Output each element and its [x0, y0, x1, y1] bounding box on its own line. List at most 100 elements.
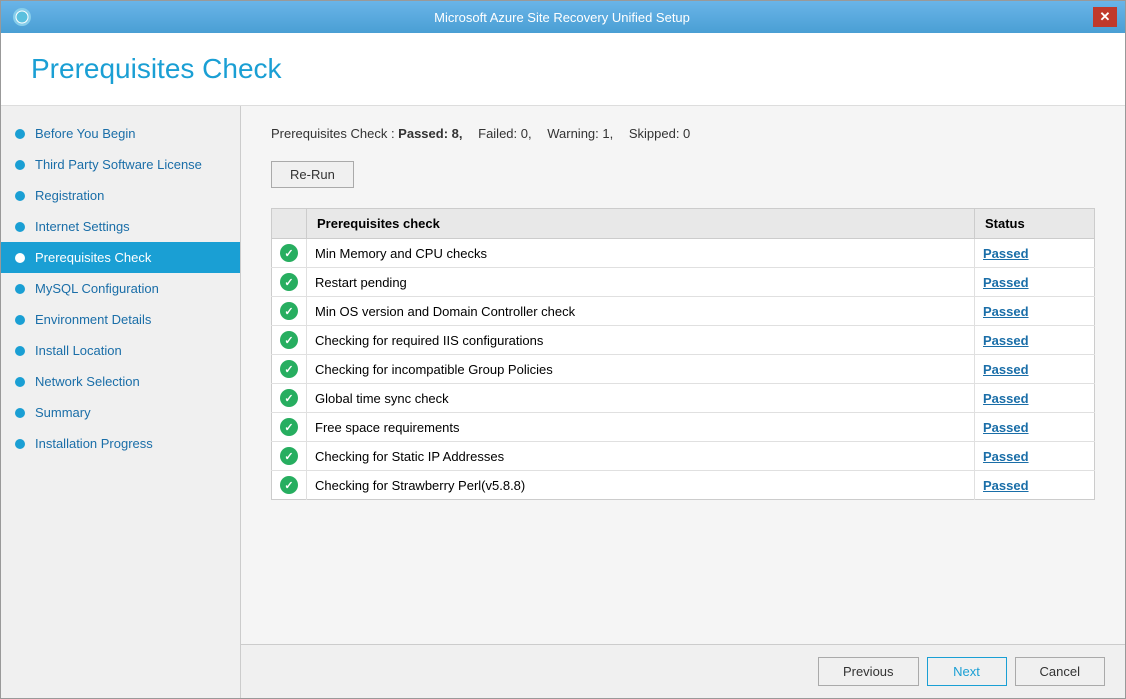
status-passed-link-1[interactable]: Passed: [983, 275, 1029, 290]
title-bar: Microsoft Azure Site Recovery Unified Se…: [1, 1, 1125, 33]
next-button[interactable]: Next: [927, 657, 1007, 686]
status-passed-link-2[interactable]: Passed: [983, 304, 1029, 319]
right-content: Prerequisites Check : Passed: 8, Failed:…: [241, 106, 1125, 644]
sidebar-dot-registration: [15, 191, 25, 201]
footer-bar: Previous Next Cancel: [241, 644, 1125, 698]
col-check-header: Prerequisites check: [307, 209, 975, 239]
row-icon-2: ✓: [272, 297, 307, 326]
window-title: Microsoft Azure Site Recovery Unified Se…: [31, 10, 1093, 25]
row-check-6: Free space requirements: [307, 413, 975, 442]
check-table: Prerequisites check Status ✓ Min Memory a…: [271, 208, 1095, 500]
summary-prefix: Prerequisites Check :: [271, 126, 398, 141]
sidebar-label-internet-settings: Internet Settings: [35, 219, 130, 234]
status-passed-link-5[interactable]: Passed: [983, 391, 1029, 406]
table-row: ✓ Min Memory and CPU checks Passed: [272, 239, 1095, 268]
row-status-4[interactable]: Passed: [975, 355, 1095, 384]
sidebar-dot-mysql-configuration: [15, 284, 25, 294]
main-body: Before You Begin Third Party Software Lic…: [1, 106, 1125, 698]
sidebar-item-mysql-configuration[interactable]: MySQL Configuration: [1, 273, 240, 304]
check-passed-icon: ✓: [280, 302, 298, 320]
table-header: Prerequisites check Status: [272, 209, 1095, 239]
right-panel: Prerequisites Check : Passed: 8, Failed:…: [241, 106, 1125, 698]
sidebar-dot-internet-settings: [15, 222, 25, 232]
sidebar-item-network-selection[interactable]: Network Selection: [1, 366, 240, 397]
status-passed-link-3[interactable]: Passed: [983, 333, 1029, 348]
row-icon-6: ✓: [272, 413, 307, 442]
row-check-3: Checking for required IIS configurations: [307, 326, 975, 355]
sidebar-item-summary[interactable]: Summary: [1, 397, 240, 428]
close-button[interactable]: ✕: [1093, 7, 1117, 27]
row-status-5[interactable]: Passed: [975, 384, 1095, 413]
row-check-8: Checking for Strawberry Perl(v5.8.8): [307, 471, 975, 500]
sidebar-dot-before-you-begin: [15, 129, 25, 139]
sidebar-item-environment-details[interactable]: Environment Details: [1, 304, 240, 335]
sidebar-label-third-party-software-license: Third Party Software License: [35, 157, 202, 172]
row-check-0: Min Memory and CPU checks: [307, 239, 975, 268]
page-title: Prerequisites Check: [31, 53, 1095, 85]
row-icon-4: ✓: [272, 355, 307, 384]
sidebar-dot-third-party-software-license: [15, 160, 25, 170]
col-status-header: Status: [975, 209, 1095, 239]
previous-button[interactable]: Previous: [818, 657, 919, 686]
row-status-2[interactable]: Passed: [975, 297, 1095, 326]
col-icon: [272, 209, 307, 239]
row-check-5: Global time sync check: [307, 384, 975, 413]
table-row: ✓ Checking for incompatible Group Policie…: [272, 355, 1095, 384]
sidebar-item-installation-progress[interactable]: Installation Progress: [1, 428, 240, 459]
sidebar-dot-prerequisites-check: [15, 253, 25, 263]
row-status-0[interactable]: Passed: [975, 239, 1095, 268]
table-row: ✓ Free space requirements Passed: [272, 413, 1095, 442]
check-passed-icon: ✓: [280, 418, 298, 436]
check-passed-icon: ✓: [280, 360, 298, 378]
row-status-3[interactable]: Passed: [975, 326, 1095, 355]
sidebar-item-before-you-begin[interactable]: Before You Begin: [1, 118, 240, 149]
table-row: ✓Checking for required IIS configuration…: [272, 326, 1095, 355]
sidebar-item-prerequisites-check[interactable]: Prerequisites Check: [1, 242, 240, 273]
rerun-button[interactable]: Re-Run: [271, 161, 354, 188]
sidebar-label-environment-details: Environment Details: [35, 312, 151, 327]
status-passed-link-8[interactable]: Passed: [983, 478, 1029, 493]
sidebar-item-registration[interactable]: Registration: [1, 180, 240, 211]
sidebar-item-third-party-software-license[interactable]: Third Party Software License: [1, 149, 240, 180]
sidebar-label-network-selection: Network Selection: [35, 374, 140, 389]
header-section: Prerequisites Check: [1, 33, 1125, 106]
row-icon-5: ✓: [272, 384, 307, 413]
table-row: ✓Restart pendingPassed: [272, 268, 1095, 297]
row-icon-8: ✓: [272, 471, 307, 500]
row-icon-3: ✓: [272, 326, 307, 355]
sidebar-label-summary: Summary: [35, 405, 91, 420]
check-passed-icon: ✓: [280, 447, 298, 465]
table-row: ✓Checking for Static IP AddressesPassed: [272, 442, 1095, 471]
check-passed-icon: ✓: [280, 273, 298, 291]
row-icon-0: ✓: [272, 239, 307, 268]
table-row: ✓Global time sync check Passed: [272, 384, 1095, 413]
summary-skipped: Skipped: 0: [629, 126, 690, 141]
sidebar-label-before-you-begin: Before You Begin: [35, 126, 135, 141]
row-icon-7: ✓: [272, 442, 307, 471]
sidebar-dot-summary: [15, 408, 25, 418]
sidebar-dot-installation-progress: [15, 439, 25, 449]
summary-passed: Passed: 8,: [398, 126, 462, 141]
row-status-7[interactable]: Passed: [975, 442, 1095, 471]
sidebar-label-registration: Registration: [35, 188, 104, 203]
row-status-8[interactable]: Passed: [975, 471, 1095, 500]
summary-warning: Warning: 1,: [547, 126, 613, 141]
status-passed-link-7[interactable]: Passed: [983, 449, 1029, 464]
check-passed-icon: ✓: [280, 244, 298, 262]
app-icon: [13, 8, 31, 26]
status-passed-link-4[interactable]: Passed: [983, 362, 1029, 377]
cancel-button[interactable]: Cancel: [1015, 657, 1105, 686]
row-check-4: Checking for incompatible Group Policies: [307, 355, 975, 384]
status-passed-link-0[interactable]: Passed: [983, 246, 1029, 261]
row-status-1[interactable]: Passed: [975, 268, 1095, 297]
sidebar-dot-network-selection: [15, 377, 25, 387]
sidebar-item-install-location[interactable]: Install Location: [1, 335, 240, 366]
check-passed-icon: ✓: [280, 476, 298, 494]
status-passed-link-6[interactable]: Passed: [983, 420, 1029, 435]
summary-failed: Failed: 0,: [478, 126, 531, 141]
sidebar-dot-install-location: [15, 346, 25, 356]
sidebar-item-internet-settings[interactable]: Internet Settings: [1, 211, 240, 242]
main-window: Microsoft Azure Site Recovery Unified Se…: [0, 0, 1126, 699]
row-status-6[interactable]: Passed: [975, 413, 1095, 442]
sidebar-label-install-location: Install Location: [35, 343, 122, 358]
